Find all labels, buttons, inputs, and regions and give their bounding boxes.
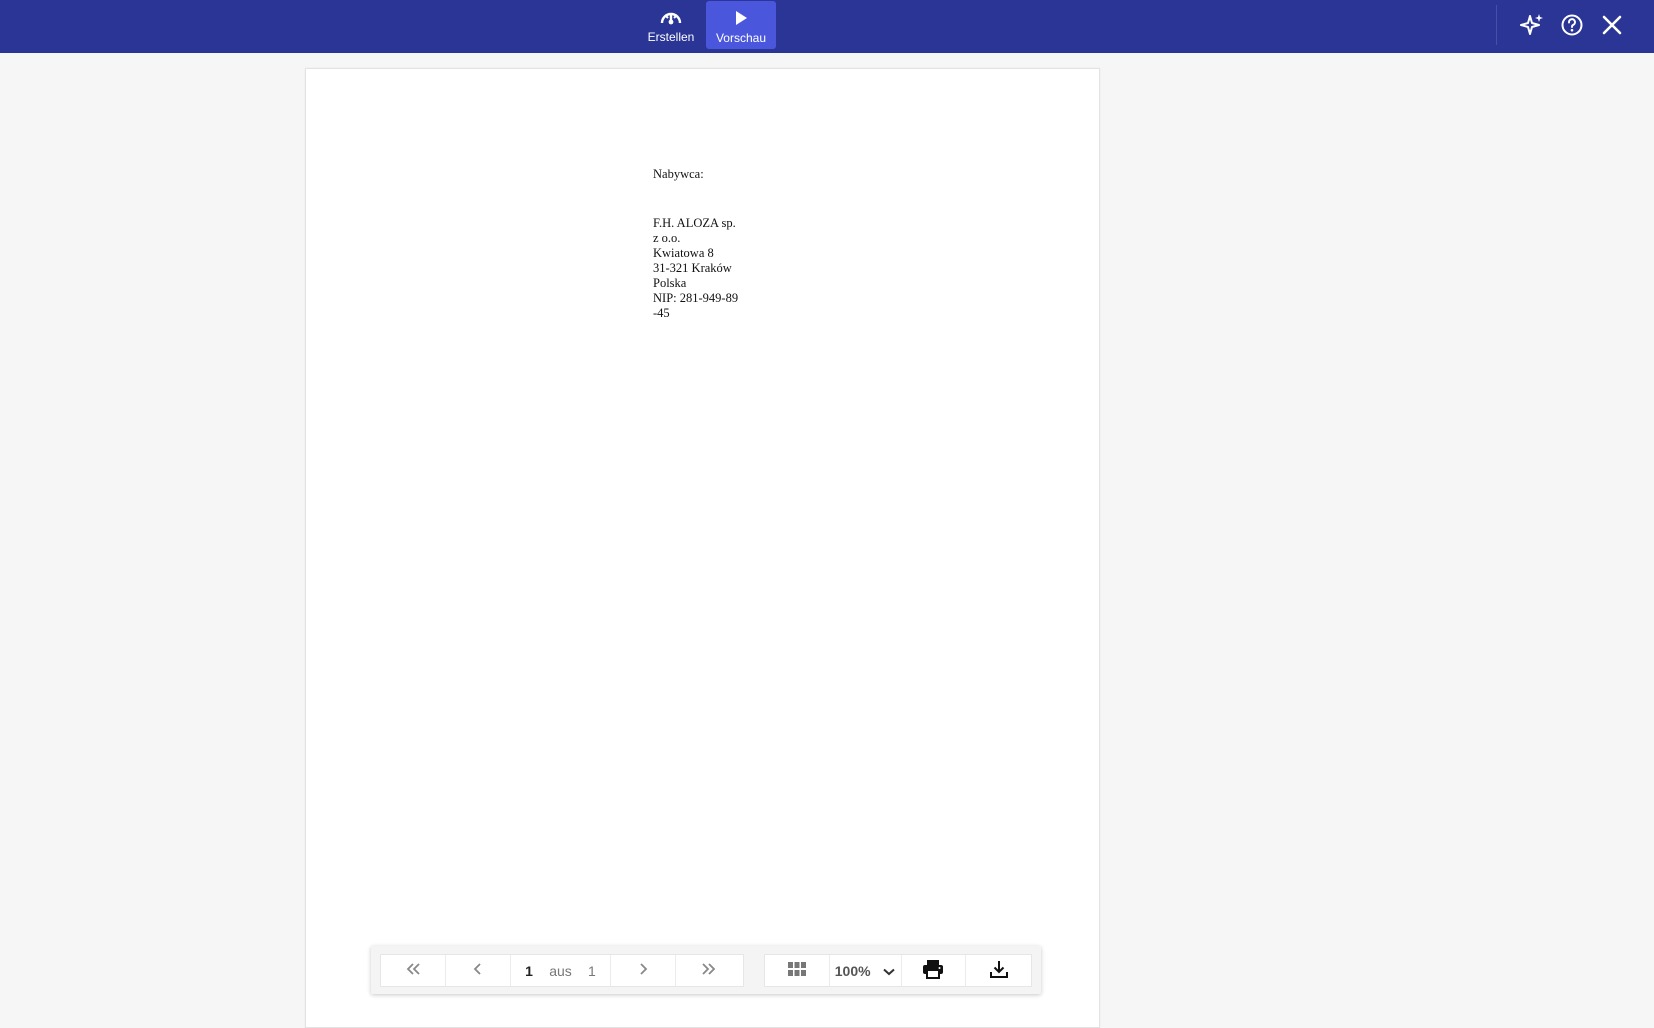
zoom-select[interactable]: 100%: [830, 955, 902, 986]
grid-view-icon: [787, 962, 806, 979]
grid-view-button[interactable]: [765, 955, 830, 986]
create-gauge-icon: [659, 6, 683, 28]
page-of-label: aus: [549, 962, 572, 979]
mode-create-label: Erstellen: [647, 30, 695, 44]
print-icon: [922, 959, 944, 982]
mode-preview-label: Vorschau: [715, 31, 767, 45]
first-page-button[interactable]: [381, 955, 446, 986]
zoom-value: 100%: [834, 962, 871, 979]
download-button[interactable]: [966, 955, 1031, 986]
print-button[interactable]: [902, 955, 967, 986]
buyer-label: Nabywca:: [653, 167, 704, 181]
sparkle-icon[interactable]: [1519, 11, 1547, 39]
mode-preview-button[interactable]: Vorschau: [706, 1, 776, 49]
buyer-line: Polska: [653, 276, 687, 290]
last-page-icon: [701, 962, 717, 979]
play-icon: [733, 7, 749, 29]
zoom-dropdown-icon: [882, 963, 895, 979]
download-icon: [989, 959, 1009, 982]
pager-toolbar: 1 aus 1 100%: [371, 946, 1041, 994]
first-page-icon: [405, 962, 421, 979]
view-actions-group: 100%: [764, 954, 1032, 987]
next-page-icon: [638, 962, 648, 979]
buyer-line: z o.o.: [653, 231, 681, 245]
buyer-line: 31-321 Kraków: [653, 261, 732, 275]
buyer-line: F.H. ALOZA sp.: [653, 216, 736, 230]
last-page-button[interactable]: [676, 955, 741, 986]
help-icon[interactable]: [1558, 11, 1586, 39]
top-toolbar: Erstellen Vorschau: [0, 0, 1654, 53]
close-icon[interactable]: [1598, 11, 1626, 39]
page-navigation-group: 1 aus 1: [380, 954, 744, 987]
page-indicator: 1 aus 1: [511, 955, 611, 986]
current-page-input[interactable]: 1: [525, 963, 533, 979]
mode-create-button[interactable]: Erstellen: [644, 0, 698, 49]
toolbar-divider: [1496, 5, 1497, 45]
buyer-line: Kwiatowa 8: [653, 246, 714, 260]
next-page-button[interactable]: [611, 955, 676, 986]
prev-page-button[interactable]: [446, 955, 511, 986]
prev-page-icon: [473, 962, 483, 979]
buyer-line: -45: [653, 306, 670, 320]
buyer-line: NIP: 281-949-89: [653, 291, 739, 305]
total-pages: 1: [588, 962, 596, 979]
document-page: Nabywca: F.H. ALOZA sp. z o.o. Kwiatowa …: [305, 68, 1100, 1028]
buyer-address: F.H. ALOZA sp. z o.o. Kwiatowa 8 31-321 …: [653, 216, 738, 321]
